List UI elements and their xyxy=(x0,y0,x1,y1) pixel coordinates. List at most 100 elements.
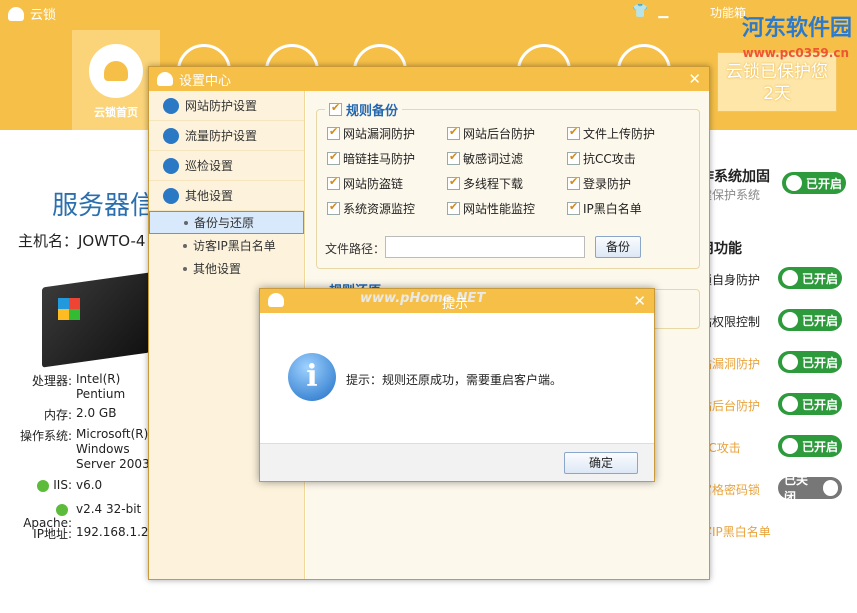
checkbox-label: 文件上传防护 xyxy=(583,127,656,141)
info-value: Microsoft(R) Windows Server 2003 S Editi… xyxy=(76,427,150,471)
checkbox[interactable] xyxy=(327,200,340,215)
protect-status: 云锁已保护您 2天 xyxy=(717,52,837,112)
cloud-lock-logo-icon xyxy=(8,6,24,21)
alert-dialog: www.pHome.NET 提示 ✕ i 提示：规则还原成功，需要重启客户端。 … xyxy=(259,288,655,482)
toggle-knob xyxy=(822,480,838,496)
info-value: v6.0 xyxy=(76,478,103,492)
alert-body: i 提示：规则还原成功，需要重启客户端。 xyxy=(260,313,654,443)
checkbox-label: 暗链挂马防护 xyxy=(343,152,416,166)
close-icon[interactable]: ✕ xyxy=(633,292,646,310)
checkbox-item[interactable]: 登录防护 xyxy=(567,175,631,192)
checkbox-item[interactable]: 多线程下载 xyxy=(447,175,523,192)
alert-message: 提示：规则还原成功，需要重启客户端。 xyxy=(346,373,563,387)
cloud-lock-logo-icon xyxy=(157,72,173,86)
checkbox-label: 多线程下载 xyxy=(463,177,524,191)
checkbox-item[interactable]: 敏感词过滤 xyxy=(447,150,523,167)
checkbox-item[interactable]: 文件上传防护 xyxy=(567,125,655,142)
sidebar-item-traffic-protect[interactable]: 流量防护设置 xyxy=(149,121,304,151)
check-icon xyxy=(56,503,68,516)
checkbox-item[interactable]: 系统资源监控 xyxy=(327,200,415,217)
server-image xyxy=(42,272,150,368)
protect-days: 2天 xyxy=(763,84,791,104)
info-key-text: IIS: xyxy=(53,478,72,492)
checkbox[interactable] xyxy=(327,150,340,165)
info-key: IP地址: xyxy=(33,527,72,541)
checkbox-item[interactable]: 网站性能监控 xyxy=(447,200,535,217)
checkbox-label: 系统资源监控 xyxy=(343,202,416,216)
globe-shield-icon xyxy=(163,97,179,114)
patrol-icon xyxy=(163,157,179,174)
toggle-label: 已关闭 xyxy=(784,473,809,504)
checkbox-label: IP黑白名单 xyxy=(583,202,642,216)
sidebar-item-web-protect[interactable]: 网站防护设置 xyxy=(149,91,304,121)
settings-titlebar: 设置中心 xyxy=(149,67,709,91)
toggle-label: 已开启 xyxy=(802,271,839,286)
checkbox[interactable] xyxy=(447,125,460,140)
feature-toggle[interactable]: 已开启 xyxy=(778,309,842,331)
ok-button[interactable]: 确定 xyxy=(564,452,638,474)
submenu-label: 访客IP黑白名单 xyxy=(193,239,276,253)
cloud-lock-icon xyxy=(89,44,143,98)
info-row-ip: IP地址: 192.168.1.232 xyxy=(10,525,152,542)
sidebar-item-label: 流量防护设置 xyxy=(185,129,258,143)
watermark-url: www.pc0359.cn xyxy=(742,46,849,60)
toggle-label: 已开启 xyxy=(802,397,839,412)
info-key: 内存: xyxy=(43,408,72,422)
checkbox-item[interactable]: IP黑白名单 xyxy=(567,200,642,217)
toggle-label: 已开启 xyxy=(806,176,843,191)
checkbox[interactable] xyxy=(567,150,580,165)
info-row-cpu: 处理器: Intel(R) Pentium Xeon process xyxy=(10,372,152,402)
rule-backup-checkbox[interactable] xyxy=(329,101,342,116)
checkbox-label: 敏感词过滤 xyxy=(463,152,524,166)
checkbox[interactable] xyxy=(447,150,460,165)
checkbox[interactable] xyxy=(567,200,580,215)
info-row-memory: 内存: 2.0 GB xyxy=(10,406,152,423)
submenu-backup-restore[interactable]: 备份与还原 xyxy=(149,211,304,234)
submenu-other[interactable]: 其他设置 xyxy=(149,257,304,280)
toggle-label: 已开启 xyxy=(802,313,839,328)
protect-text: 云锁已保护您 xyxy=(726,62,828,82)
checkbox-item[interactable]: 抗CC攻击 xyxy=(567,150,636,167)
checkbox[interactable] xyxy=(567,175,580,190)
alert-title: 提示 xyxy=(442,297,469,312)
shirt-icon[interactable]: 👕 xyxy=(632,4,648,19)
checkbox-item[interactable]: 网站防盗链 xyxy=(327,175,403,192)
feature-toggle[interactable]: 已开启 xyxy=(778,351,842,373)
feature-toggle[interactable]: 已关闭 xyxy=(778,473,842,504)
sidebar-item-other[interactable]: 其他设置 xyxy=(149,181,304,211)
backup-button[interactable]: 备份 xyxy=(595,236,641,258)
info-value: Intel(R) Pentium Xeon process xyxy=(76,372,126,401)
file-path-input[interactable] xyxy=(385,236,585,258)
cloud-lock-logo-icon xyxy=(268,293,284,307)
submenu-visitor-ip[interactable]: 访客IP黑白名单 xyxy=(149,234,304,257)
toggle-knob xyxy=(782,312,798,328)
checkbox-item[interactable]: 网站漏洞防护 xyxy=(327,125,415,142)
checkbox[interactable] xyxy=(447,175,460,190)
checkbox-label: 网站防盗链 xyxy=(343,177,404,191)
checkbox[interactable] xyxy=(327,175,340,190)
settings-icon xyxy=(163,187,179,204)
sidebar-item-patrol[interactable]: 巡检设置 xyxy=(149,151,304,181)
os-hardening-toggle[interactable]: 已开启 xyxy=(782,172,846,194)
checkbox[interactable] xyxy=(567,125,580,140)
toggle-label: 已开启 xyxy=(802,439,839,454)
feature-toggle[interactable]: 已开启 xyxy=(778,435,842,457)
info-key: 处理器: xyxy=(31,374,72,388)
settings-title: 设置中心 xyxy=(179,73,232,89)
file-path-label: 文件路径： xyxy=(325,242,386,256)
checkbox-item[interactable]: 网站后台防护 xyxy=(447,125,535,142)
os-hardening-label: 作系统加固 xyxy=(700,169,770,185)
feature-toggle[interactable]: 已开启 xyxy=(778,393,842,415)
alert-footer: 确定 xyxy=(260,443,654,481)
checkbox-item[interactable]: 暗链挂马防护 xyxy=(327,150,415,167)
checkbox[interactable] xyxy=(327,125,340,140)
checkbox[interactable] xyxy=(447,200,460,215)
toggle-knob xyxy=(782,270,798,286)
close-icon[interactable]: ✕ xyxy=(688,70,701,88)
sidebar-item-label: 其他设置 xyxy=(185,189,234,203)
feature-toggle[interactable]: 已开启 xyxy=(778,267,842,289)
info-row-os: 操作系统: Microsoft(R) Windows Server 2003 S… xyxy=(10,427,152,472)
check-icon xyxy=(37,479,50,492)
rule-backup-header[interactable]: 规则备份 xyxy=(325,100,403,119)
nav-home[interactable]: 云锁首页 xyxy=(72,30,160,130)
